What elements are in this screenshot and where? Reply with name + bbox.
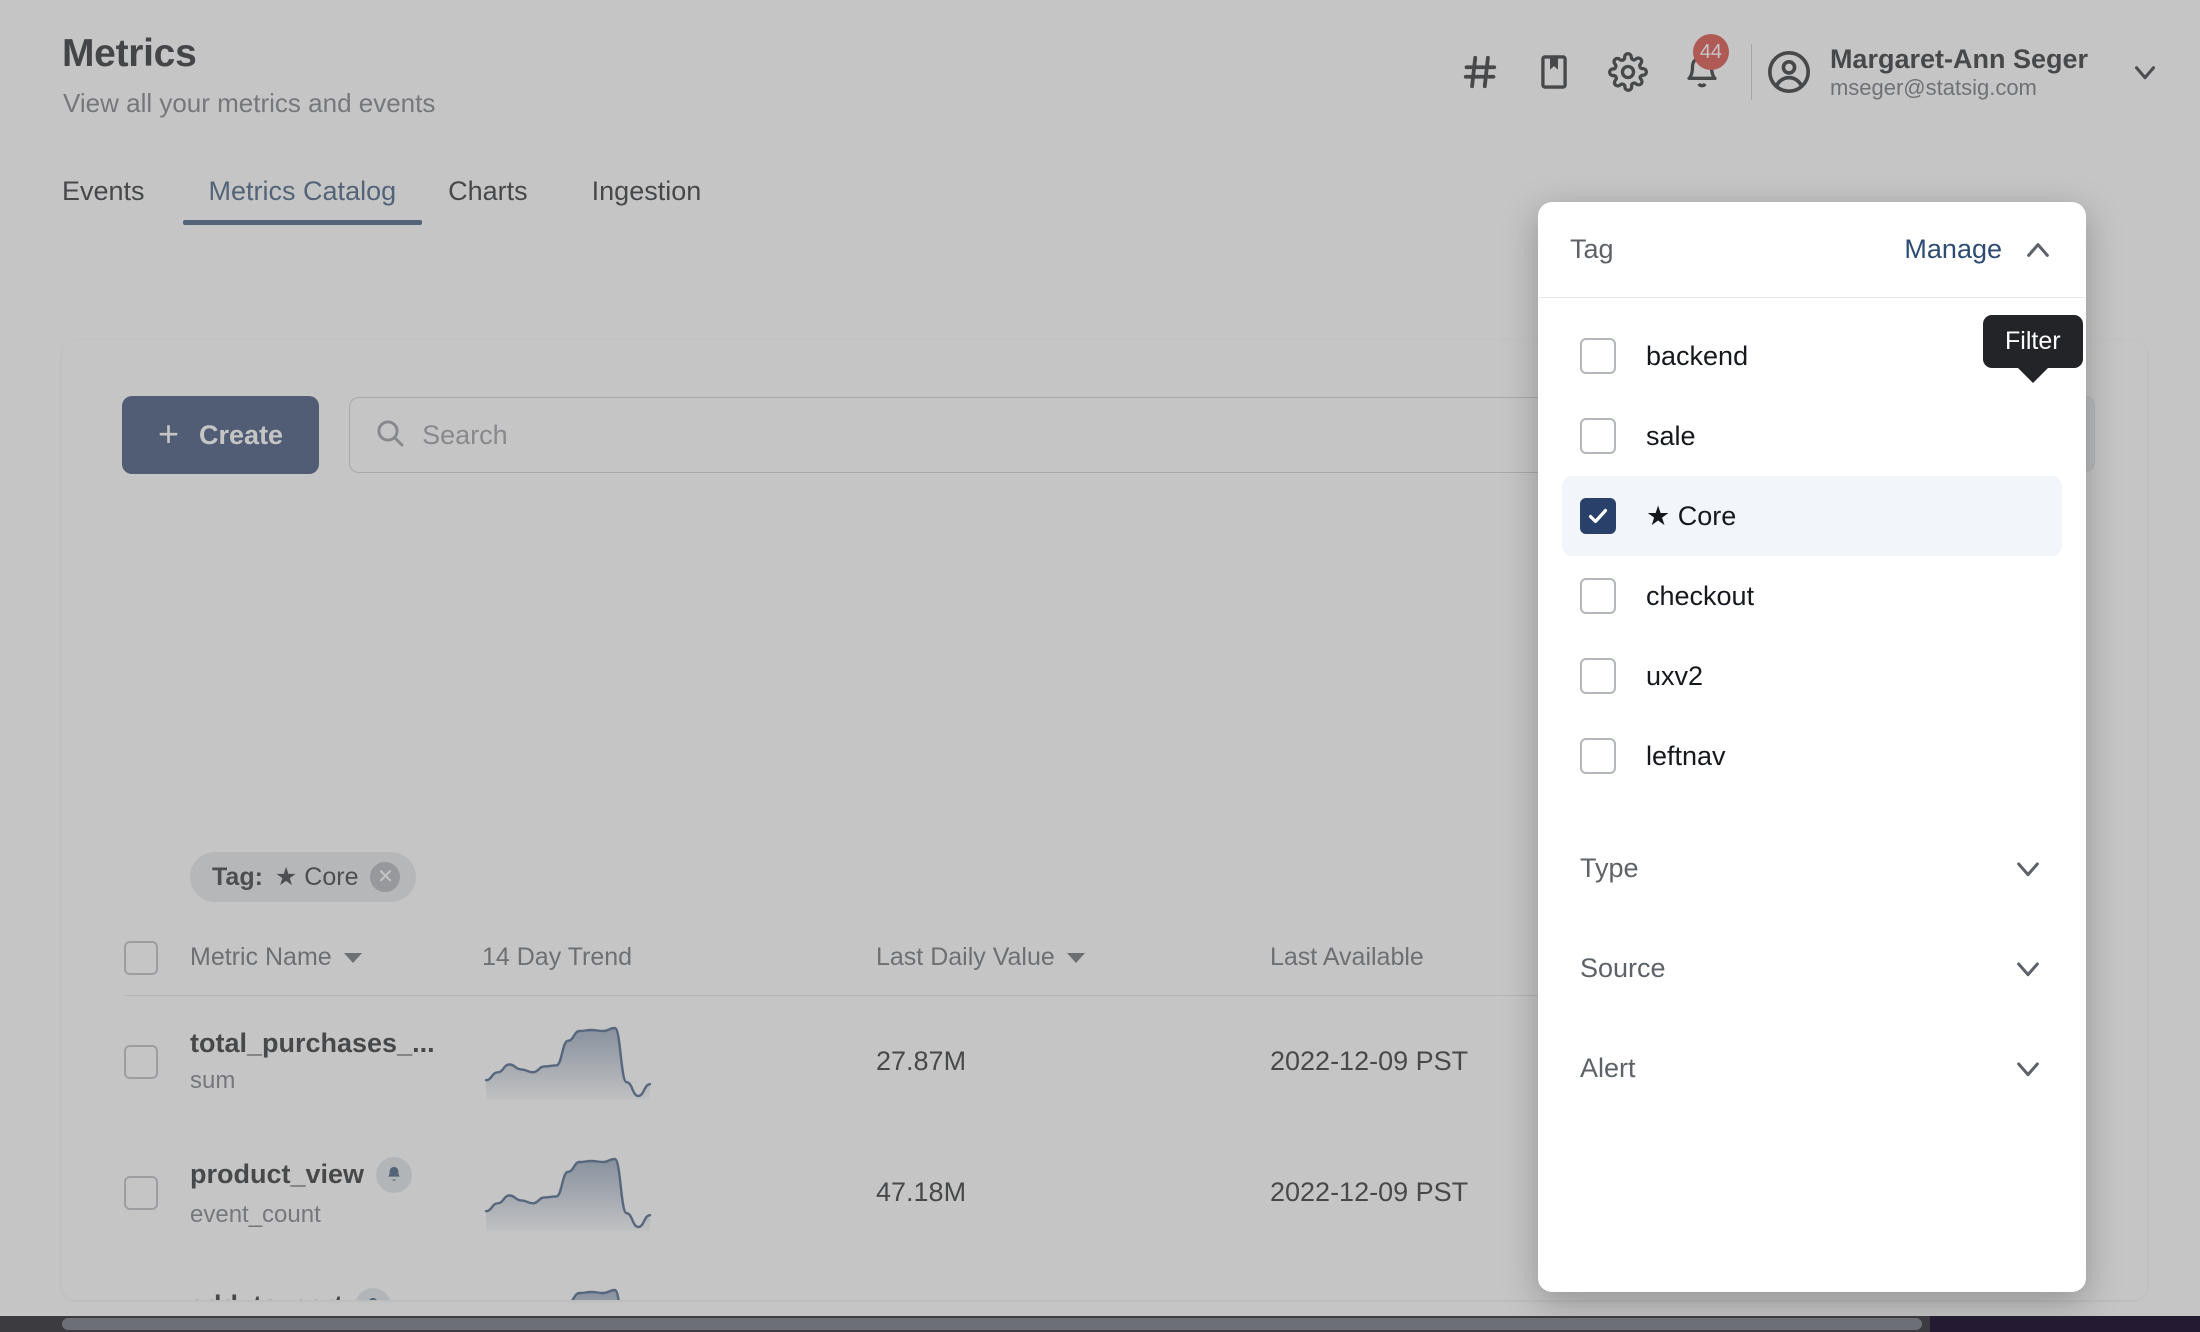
metric-name: add_to_cart	[190, 1287, 482, 1300]
main-tabs: Events Metrics Catalog Charts Ingestion	[62, 176, 739, 225]
close-icon[interactable]: ✕	[370, 862, 401, 892]
page-title: Metrics	[62, 32, 197, 75]
scrollbar-tail	[1930, 1316, 2200, 1332]
create-button-label: Create	[199, 419, 284, 450]
checkbox-icon[interactable]	[1580, 338, 1616, 374]
app-page: Metrics View all your metrics and events	[0, 0, 2200, 1332]
tag-option-uxv2[interactable]: uxv2	[1562, 636, 2062, 716]
tag-option-label: leftnav	[1646, 740, 1726, 771]
page-subtitle: View all your metrics and events	[63, 88, 436, 118]
checkbox-icon[interactable]	[1580, 418, 1616, 454]
chevron-down-icon[interactable]	[2012, 852, 2044, 884]
user-name: Margaret-Ann Seger	[1829, 43, 2088, 74]
filter-section-source[interactable]: Source	[1562, 918, 2062, 1018]
last-daily-value: 47.18M	[876, 1177, 967, 1207]
filter-section-type[interactable]: Type	[1562, 818, 2062, 918]
sort-caret-icon	[343, 952, 362, 963]
checkbox-icon[interactable]	[1580, 578, 1616, 614]
tag-option-core[interactable]: ★ Core	[1562, 476, 2062, 556]
tab-ingestion[interactable]: Ingestion	[566, 176, 740, 225]
tag-option-leftnav[interactable]: leftnav	[1562, 716, 2062, 796]
tab-events[interactable]: Events	[62, 176, 183, 225]
hash-icon[interactable]	[1443, 40, 1517, 104]
user-menu[interactable]: Margaret-Ann Seger mseger@statsig.com	[1766, 43, 2162, 102]
tag-option-label: sale	[1646, 420, 1696, 451]
app-header: Metrics View all your metrics and events	[0, 0, 2200, 168]
metric-name-cell: product_view event_count	[190, 1156, 482, 1229]
metric-type: sum	[190, 1067, 236, 1094]
chevron-down-icon[interactable]	[2012, 1052, 2044, 1084]
tag-option-sale[interactable]: sale	[1562, 396, 2062, 476]
alert-bell-icon[interactable]	[355, 1287, 392, 1300]
active-filter-chips: Tag: ★ Core ✕	[190, 852, 417, 902]
checkbox-checked-icon[interactable]	[1580, 498, 1616, 534]
alert-bell-icon[interactable]	[376, 1156, 413, 1193]
tab-charts[interactable]: Charts	[422, 176, 566, 225]
chip-value: ★ Core	[274, 863, 359, 891]
last-daily-value: 27.87M	[876, 1046, 967, 1076]
notification-badge: 44	[1692, 34, 1729, 70]
filter-section-alert[interactable]: Alert	[1562, 1018, 2062, 1118]
tag-option-list: backend sale ★ Core checkout uxv2 leftnav	[1538, 298, 2086, 796]
gear-icon[interactable]	[1591, 40, 1665, 104]
checkbox-icon[interactable]	[1580, 658, 1616, 694]
tag-option-label: ★ Core	[1646, 500, 1737, 531]
manage-link[interactable]: Manage	[1904, 234, 2002, 265]
sort-caret-icon	[1066, 952, 1085, 963]
header-actions: 44 Margaret-Ann Seger mseger@statsig.com	[1443, 34, 2162, 104]
filter-tooltip: Filter	[1983, 315, 2083, 368]
chevron-down-icon[interactable]	[2128, 55, 2162, 89]
column-metric-name[interactable]: Metric Name	[190, 943, 482, 972]
row-checkbox[interactable]	[124, 1175, 190, 1210]
trend-sparkline	[482, 1024, 876, 1100]
column-last-daily-value[interactable]: Last Daily Value	[876, 943, 1270, 972]
plus-icon: +	[158, 412, 180, 454]
column-14-day-trend: 14 Day Trend	[482, 943, 633, 971]
filter-sections: Type Source Alert	[1538, 818, 2086, 1118]
user-email: mseger@statsig.com	[1829, 75, 2037, 100]
chip-prefix: Tag:	[212, 862, 263, 891]
chevron-down-icon[interactable]	[2012, 952, 2044, 984]
tab-metrics-catalog[interactable]: Metrics Catalog	[182, 176, 423, 225]
bookmark-icon[interactable]	[1517, 40, 1591, 104]
tag-option-label: backend	[1646, 340, 1749, 371]
filter-section-label: Source	[1580, 952, 1666, 983]
popover-header: Tag Manage	[1538, 202, 2086, 298]
chevron-up-icon[interactable]	[2022, 234, 2054, 266]
metric-name-cell: add_to_cartevent_count	[190, 1287, 482, 1300]
create-button[interactable]: + Create	[122, 396, 320, 474]
user-info: Margaret-Ann Seger mseger@statsig.com	[1830, 43, 2088, 102]
popover-manage[interactable]: Manage	[1904, 234, 2054, 266]
metric-type: event_count	[190, 1200, 321, 1228]
search-icon	[374, 417, 406, 454]
metric-name: product_view	[190, 1156, 482, 1193]
checkbox-icon[interactable]	[1580, 738, 1616, 774]
trend-sparkline	[482, 1286, 876, 1300]
metric-name: total_purchases_...	[190, 1028, 435, 1058]
horizontal-scrollbar[interactable]	[0, 1316, 2200, 1332]
row-checkbox[interactable]	[124, 1044, 190, 1079]
popover-title: Tag	[1570, 234, 1614, 264]
header-divider	[1750, 44, 1752, 100]
metric-name-cell: total_purchases_...sum	[190, 1028, 482, 1095]
filter-section-label: Alert	[1580, 1052, 1636, 1083]
trend-sparkline	[482, 1155, 876, 1231]
tag-option-label: checkout	[1646, 580, 1755, 611]
avatar-icon	[1766, 49, 1812, 95]
tag-option-checkout[interactable]: checkout	[1562, 556, 2062, 636]
filter-chip[interactable]: Tag: ★ Core ✕	[190, 852, 417, 902]
select-all-checkbox[interactable]	[124, 940, 190, 975]
tag-option-label: uxv2	[1646, 660, 1704, 691]
scrollbar-thumb[interactable]	[62, 1318, 1922, 1330]
filter-section-label: Type	[1580, 852, 1639, 883]
bell-icon[interactable]: 44	[1665, 34, 1739, 104]
